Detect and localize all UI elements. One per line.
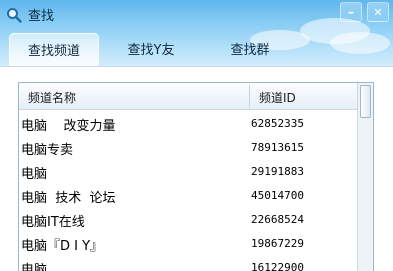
- channel-name: 电脑『D I Y』: [21, 239, 104, 254]
- table-row[interactable]: 电脑 16122900: [19, 255, 357, 271]
- scrollbar-thumb[interactable]: [360, 85, 371, 118]
- minimize-button[interactable]: –: [340, 2, 362, 22]
- tab-find-channel[interactable]: 查找频道: [9, 33, 99, 66]
- channel-id: 22668524: [251, 213, 304, 226]
- title-bar: 查找 – ✕ 查找频道 查找Y友 查找群: [0, 0, 393, 68]
- table-row[interactable]: 电脑 改变力量 62852335: [19, 111, 357, 135]
- tab-label: 查找频道: [27, 44, 80, 59]
- channel-table: 频道名称 频道ID 电脑 改变力量 62852335 电脑专卖 78913615…: [18, 82, 374, 271]
- table-row[interactable]: 电脑专卖 78913615: [19, 135, 357, 159]
- channel-name: 电脑 改变力量: [21, 119, 116, 134]
- channel-name: 电脑: [21, 263, 48, 271]
- tab-label: 查找群: [230, 43, 270, 58]
- channel-id: 62852335: [251, 117, 304, 130]
- channel-id: 16122900: [251, 261, 304, 271]
- minimize-icon: –: [348, 5, 354, 19]
- tab-find-friend[interactable]: 查找Y友: [111, 39, 191, 58]
- channel-name: 电脑 技术 论坛: [21, 191, 116, 206]
- channel-name: 电脑专卖: [21, 143, 74, 158]
- table-row[interactable]: 电脑 29191883: [19, 159, 357, 183]
- tab-label: 查找Y友: [127, 43, 175, 58]
- channel-name: 电脑IT在线: [21, 215, 85, 230]
- close-icon: ✕: [373, 5, 383, 19]
- search-icon: [6, 7, 22, 23]
- column-header-name[interactable]: 频道名称: [28, 89, 76, 106]
- channel-id: 78913615: [251, 141, 304, 154]
- channel-id: 45014700: [251, 189, 304, 202]
- column-divider[interactable]: [249, 85, 250, 108]
- tab-find-group[interactable]: 查找群: [210, 39, 290, 58]
- table-row[interactable]: 电脑IT在线 22668524: [19, 207, 357, 231]
- channel-id: 19867229: [251, 237, 304, 250]
- column-header-id[interactable]: 频道ID: [259, 89, 296, 106]
- table-row[interactable]: 电脑 技术 论坛 45014700: [19, 183, 357, 207]
- cloud-decoration: [330, 32, 390, 54]
- table-header: 频道名称 频道ID: [19, 83, 357, 110]
- channel-id: 29191883: [251, 165, 304, 178]
- vertical-scrollbar[interactable]: [357, 83, 373, 271]
- close-button[interactable]: ✕: [367, 2, 389, 22]
- channel-name: 电脑: [21, 167, 48, 182]
- table-row[interactable]: 电脑『D I Y』 19867229: [19, 231, 357, 255]
- window-title: 查找: [28, 9, 55, 24]
